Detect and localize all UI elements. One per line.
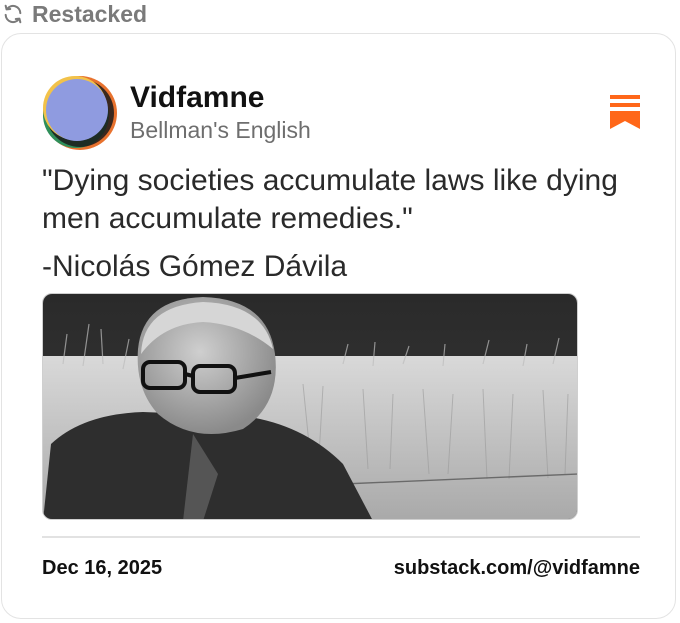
quote-attribution: -Nicolás Gómez Dávila xyxy=(42,250,348,283)
restack-arrows-icon xyxy=(2,3,24,25)
restacked-label: Restacked xyxy=(32,0,148,27)
portrait-photo[interactable] xyxy=(42,293,578,520)
note-body: "Dying societies accumulate laws like dy… xyxy=(42,162,642,286)
publication-name[interactable]: Bellman's English xyxy=(130,116,311,144)
footer-divider xyxy=(42,536,640,538)
author-handle-link[interactable]: substack.com/@vidfamne xyxy=(394,555,640,581)
quote-text: "Dying societies accumulate laws like dy… xyxy=(42,164,618,235)
author-avatar[interactable] xyxy=(42,75,118,151)
note-date: Dec 16, 2025 xyxy=(42,557,163,579)
substack-logo-icon xyxy=(610,95,640,129)
restacked-header: Restacked xyxy=(2,0,148,27)
author-name[interactable]: Vidfamne xyxy=(130,80,265,116)
